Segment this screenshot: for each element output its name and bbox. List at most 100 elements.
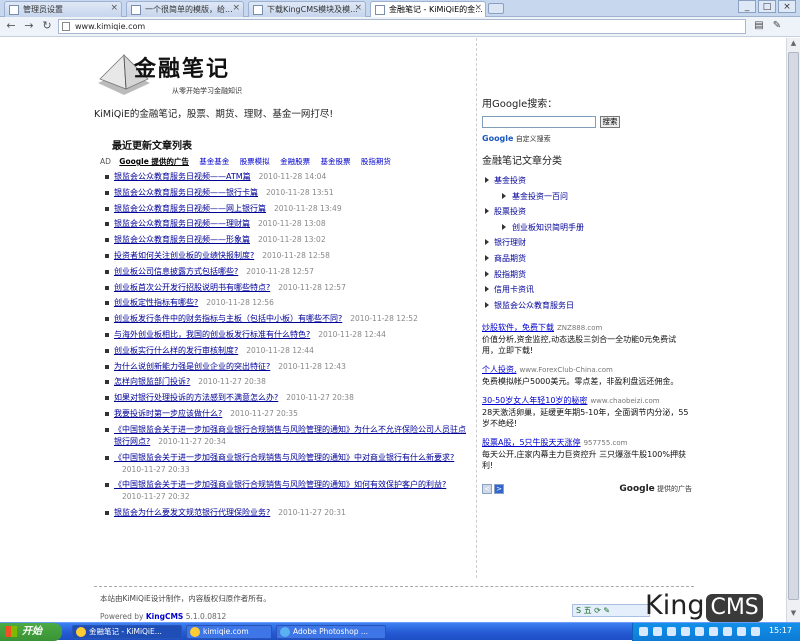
close-icon[interactable]: × — [354, 3, 362, 13]
article-link[interactable]: 如果对银行处理投诉的方法感到不满意怎么办? — [114, 393, 278, 402]
tray-icon[interactable] — [709, 627, 718, 636]
ad-unit: 股票A股，5只牛股天天涨停 957755.com 每天公开,庄家内幕主力巨资控升 三… — [482, 437, 692, 471]
tray-icon[interactable] — [681, 627, 690, 636]
scrollbar-thumb[interactable] — [788, 52, 799, 600]
article-link[interactable]: 银监会为什么要发文规范银行代理保险业务? — [114, 508, 270, 517]
tray-icon[interactable] — [737, 627, 746, 636]
new-tab-button[interactable] — [488, 3, 504, 14]
footer-copyright: 本站由KiMiQiE设计制作，内容版权归原作者所有。 — [100, 594, 271, 603]
article-link[interactable]: 银监会公众教育服务日视频——形象篇 — [114, 235, 250, 244]
scroll-up-icon[interactable]: ▲ — [787, 39, 800, 51]
article-link[interactable]: 银监会公众教育服务日视频——ATM篇 — [114, 172, 251, 181]
ad-headline[interactable]: 股票A股，5只牛股天天涨停 — [482, 438, 581, 447]
article-date: 2010-11-28 14:04 — [258, 172, 327, 181]
ad-next-button[interactable]: > — [494, 484, 504, 494]
address-bar[interactable]: www.kimiqie.com — [58, 19, 746, 34]
ad-link[interactable]: 股指期货 — [361, 157, 391, 166]
search-heading: 用Google搜索： — [482, 99, 558, 110]
category-link[interactable]: 股票投资 — [494, 207, 526, 216]
category-link[interactable]: 信用卡资讯 — [494, 285, 534, 294]
article-link[interactable]: 创业板定性指标有哪些? — [114, 298, 198, 307]
vertical-scrollbar[interactable]: ▲ ▼ — [786, 38, 800, 622]
kingcms-link[interactable]: KingCMS — [146, 612, 183, 621]
tray-icon[interactable] — [723, 627, 732, 636]
volume-icon[interactable] — [751, 627, 760, 636]
category-link[interactable]: 基金投资一百问 — [512, 192, 568, 201]
close-icon[interactable]: × — [232, 3, 240, 13]
list-item: 怎样向银监部门投诉? 2010-11-27 20:38 — [104, 376, 470, 388]
tray-icon[interactable] — [695, 627, 704, 636]
forward-button[interactable]: → — [22, 19, 36, 33]
ad-headline[interactable]: 个人投资, — [482, 365, 517, 374]
start-button[interactable]: 开始 — [0, 623, 62, 641]
tab-kimiqie-finance[interactable]: 金融笔记 - KiMiQiE的金... × — [370, 1, 486, 18]
article-link[interactable]: 《中国银监会关于进一步加强商业银行合规销售与风险管理的通知》如何有效保护客户的利… — [114, 480, 446, 489]
ad-url[interactable]: www.chaobeizi.com — [590, 397, 659, 405]
search-button[interactable]: 搜索 — [600, 116, 620, 128]
ad-link[interactable]: 股票模拟 — [240, 157, 270, 166]
close-icon[interactable]: × — [474, 3, 482, 13]
ad-headline[interactable]: 炒股软件，免费下载 — [482, 323, 554, 332]
google-ads-link[interactable]: Google 提供的广告 — [119, 157, 189, 166]
taskbar-item-folder[interactable]: kimiqie.com — [186, 625, 272, 639]
page-menu-icon[interactable]: ▤ — [752, 19, 766, 33]
ad-url[interactable]: ZNZ888.com — [557, 324, 602, 332]
article-link[interactable]: 银监会公众教育服务日视频——网上银行篇 — [114, 204, 266, 213]
category-link[interactable]: 银行理财 — [494, 238, 526, 247]
article-link[interactable]: 为什么说创新能力强是创业企业的突出特征? — [114, 362, 270, 371]
list-item: 《中国银监会关于进一步加强商业银行合规销售与风险管理的通知》中对商业银行有什么新… — [104, 452, 470, 476]
category-link[interactable]: 银监会公众教育服务日 — [494, 301, 574, 310]
reload-button[interactable]: ↻ — [40, 19, 54, 33]
tab-admin-settings[interactable]: 管理员设置 × — [4, 1, 122, 17]
article-link[interactable]: 创业板发行条件中的财务指标与主板（包括中小板）有哪些不同? — [114, 314, 342, 323]
tray-icon[interactable] — [639, 627, 648, 636]
taskbar-item-chrome[interactable]: 金融笔记 - KiMiQiE... — [72, 625, 182, 639]
tab-kingcms-download[interactable]: 下载KingCMS模块及模... × — [248, 1, 366, 17]
article-link[interactable]: 与海外创业板相比，我国的创业板发行标准有什么特色? — [114, 330, 310, 339]
article-date: 2010-11-28 12:57 — [278, 282, 346, 292]
close-icon[interactable]: × — [110, 3, 118, 13]
ads-by-google[interactable]: Google 提供的广告 — [619, 484, 692, 494]
taskbar-item-photoshop[interactable]: Adobe Photoshop ... — [276, 625, 386, 639]
tab-simple-template[interactable]: 一个很简单的模版，给... × — [126, 1, 244, 17]
category-link[interactable]: 股指期货 — [494, 270, 526, 279]
category-link[interactable]: 基金投资 — [494, 176, 526, 185]
back-button[interactable]: ← — [4, 19, 18, 33]
ad-link[interactable]: 金融股票 — [280, 157, 310, 166]
article-link[interactable]: 我要投诉时第一步应该做什么? — [114, 409, 222, 418]
category-link[interactable]: 商品期货 — [494, 254, 526, 263]
article-date: 2010-11-28 12:43 — [278, 361, 346, 371]
wrench-icon[interactable]: ✎ — [770, 19, 784, 33]
article-link[interactable]: 投资者如何关注创业板的业绩快报制度? — [114, 251, 254, 260]
ad-url[interactable]: 957755.com — [584, 439, 628, 447]
article-date: 2010-11-28 13:49 — [274, 203, 342, 213]
minimize-button[interactable]: _ — [738, 0, 756, 13]
tray-icon[interactable] — [653, 627, 662, 636]
article-link[interactable]: 《中国银监会关于进一步加强商业银行合规销售与风险管理的通知》中对商业银行有什么新… — [114, 453, 454, 462]
clock: 15:17 — [768, 626, 792, 635]
tray-icon[interactable] — [667, 627, 676, 636]
maximize-button[interactable]: □ — [758, 0, 776, 13]
ad-url[interactable]: www.ForexClub-China.com — [520, 366, 613, 374]
category-link[interactable]: 创业板知识简明手册 — [512, 223, 584, 232]
article-link[interactable]: 银监会公众教育服务日视频——理财篇 — [114, 219, 250, 228]
ad-link[interactable]: 基金股票 — [320, 157, 350, 166]
article-link[interactable]: 怎样向银监部门投诉? — [114, 377, 190, 386]
ad-prev-button[interactable]: < — [482, 484, 492, 494]
ad-link[interactable]: 基金基金 — [199, 157, 229, 166]
article-link[interactable]: 创业板首次公开发行招股说明书有哪些特点? — [114, 283, 270, 292]
scroll-down-icon[interactable]: ▼ — [787, 609, 800, 621]
article-link[interactable]: 创业板公司信息披露方式包括哪些? — [114, 267, 238, 276]
site-logo[interactable]: 金融笔记 从零开始学习金融知识 — [94, 49, 264, 109]
google-custom-search-label: Google 自定义搜索 — [482, 134, 692, 144]
article-link[interactable]: 创业板实行什么样的发行审核制度? — [114, 346, 238, 355]
windows-taskbar: 开始 金融笔记 - KiMiQiE... kimiqie.com Adobe P… — [0, 622, 800, 641]
ad-headline[interactable]: 30-50岁女人年轻10岁的秘密 — [482, 396, 587, 405]
list-item: 为什么说创新能力强是创业企业的突出特征? 2010-11-28 12:43 — [104, 361, 470, 373]
article-link[interactable]: 银监会公众教育服务日视频——银行卡篇 — [114, 188, 258, 197]
kingcms-watermark: King CMS — [645, 590, 763, 624]
ime-status-bar[interactable]: S 五 ⟳ ✎ — [572, 604, 650, 617]
search-input[interactable] — [482, 116, 596, 128]
google-search-form: 搜索 — [482, 116, 692, 132]
close-window-button[interactable]: × — [778, 0, 796, 13]
